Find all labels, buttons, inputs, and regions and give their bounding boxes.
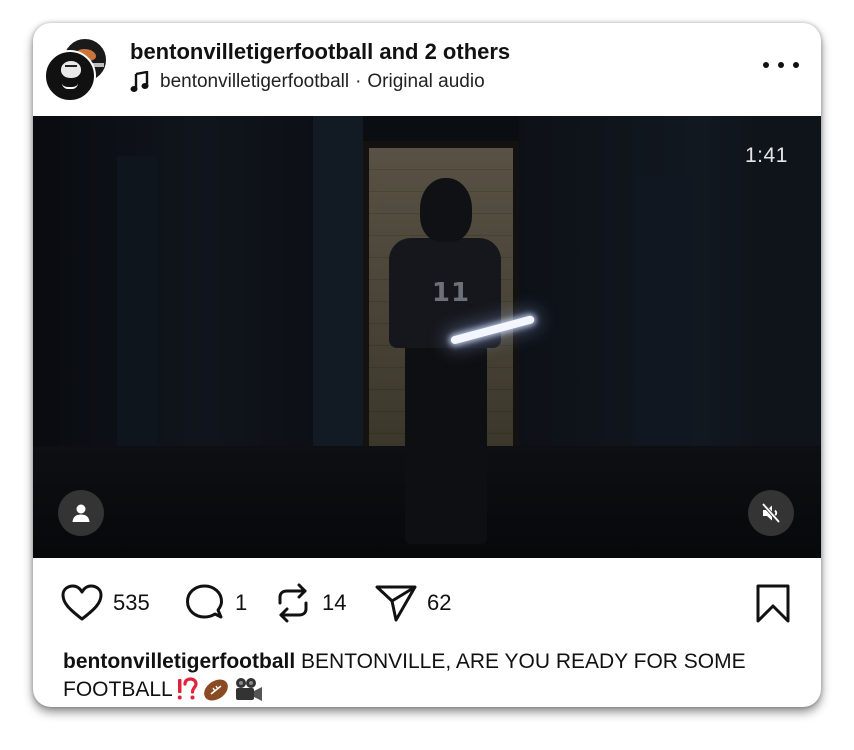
video-duration: 1:41	[745, 144, 788, 167]
comment-bubble-icon	[186, 584, 223, 619]
post-header: bentonvilletigerfootball and 2 others be…	[33, 23, 821, 116]
person-icon	[72, 504, 90, 522]
jersey-number: 11	[431, 278, 471, 308]
action-bar: 535 1 14 62	[33, 558, 821, 648]
caption-emojis	[175, 677, 263, 703]
football-icon	[203, 679, 228, 701]
video-player[interactable]: 11 1:41	[33, 116, 821, 558]
heart-icon	[61, 584, 103, 621]
repost-button[interactable]: 14	[274, 583, 346, 623]
player-silhouette	[405, 344, 487, 544]
like-button[interactable]: 535	[61, 583, 150, 623]
post-caption: bentonvilletigerfootball BENTONVILLE, AR…	[63, 648, 793, 704]
post-card: bentonvilletigerfootball and 2 others be…	[33, 23, 821, 707]
speaker-muted-icon	[761, 502, 781, 524]
mute-toggle-button[interactable]	[748, 490, 794, 536]
swoosh-icon	[62, 83, 78, 89]
repost-icon	[278, 583, 308, 623]
audio-username: bentonvilletigerfootball	[160, 71, 350, 92]
post-author: bentonvilletigerfootball and 2 others	[130, 39, 510, 65]
audio-label: Original audio	[367, 71, 485, 92]
tagged-people-button[interactable]	[58, 490, 104, 536]
comment-count: 1	[235, 590, 248, 615]
bookmark-icon[interactable]	[755, 584, 791, 624]
caption-username[interactable]: bentonvilletigerfootball	[63, 650, 295, 673]
collaborators-link[interactable]: and 2 others	[379, 39, 510, 64]
comment-button[interactable]: 1	[185, 583, 247, 623]
share-count: 62	[427, 590, 452, 615]
repost-count: 14	[322, 590, 347, 615]
author-username[interactable]: bentonvilletigerfootball	[130, 39, 373, 64]
more-options-icon[interactable]	[763, 56, 799, 74]
tiger-logo-icon	[61, 61, 81, 78]
avatar[interactable]	[44, 50, 96, 102]
exclamation-question-icon	[177, 677, 198, 700]
paper-plane-icon	[375, 585, 417, 622]
movie-camera-icon	[235, 678, 262, 701]
like-count: 535	[113, 590, 150, 615]
share-button[interactable]: 62	[375, 583, 451, 623]
music-note-icon	[130, 71, 149, 92]
helmet	[420, 178, 472, 242]
audio-attribution[interactable]: bentonvilletigerfootball · Original audi…	[130, 70, 485, 94]
audio-separator: ·	[355, 71, 362, 92]
